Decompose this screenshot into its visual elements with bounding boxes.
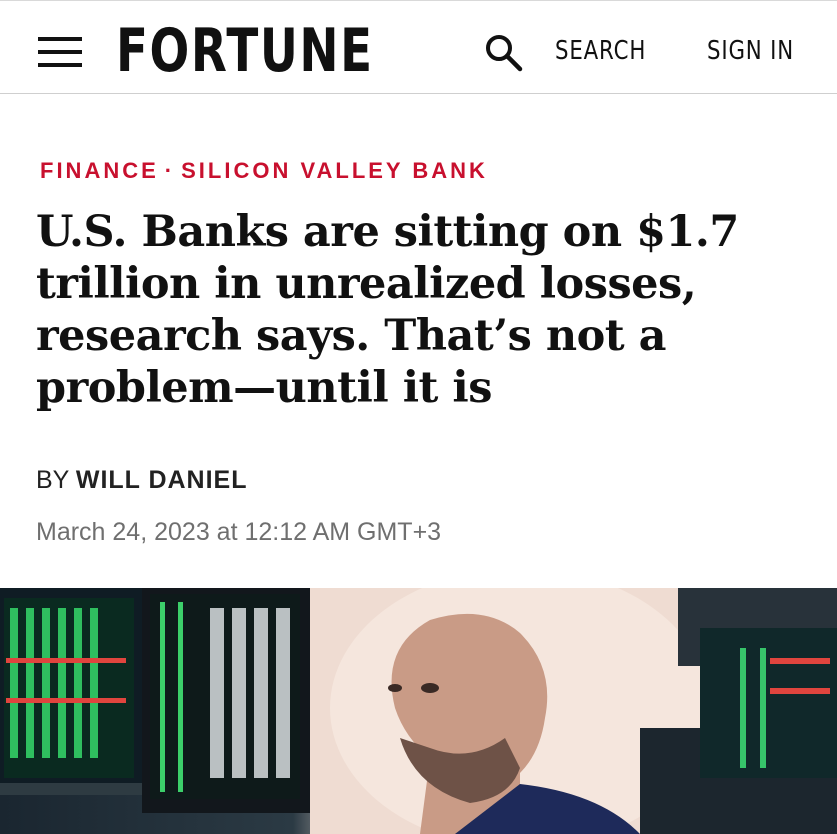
article-kicker: FINANCE · SILICON VALLEY BANK <box>40 156 488 186</box>
byline-prefix: BY <box>36 466 69 494</box>
sign-in-button[interactable]: SIGN IN <box>707 34 794 68</box>
author-link[interactable]: WILL DANIEL <box>76 466 248 494</box>
hero-image <box>0 588 837 834</box>
menu-icon[interactable] <box>38 37 82 67</box>
site-header: FORTUNE SEARCH SIGN IN <box>0 0 837 94</box>
publish-date: March 24, 2023 at 12:12 AM GMT+3 <box>36 518 442 546</box>
topic-link[interactable]: SILICON VALLEY BANK <box>181 158 488 183</box>
byline: BY WILL DANIEL <box>36 464 248 496</box>
search-button[interactable]: SEARCH <box>555 34 646 68</box>
article-headline: U.S. Banks are sitting on $1.7 trillion … <box>36 207 739 413</box>
site-logo[interactable]: FORTUNE <box>116 15 374 87</box>
hero-photo-illustration <box>0 588 837 834</box>
section-link[interactable]: FINANCE <box>40 158 159 183</box>
search-icon[interactable] <box>483 32 523 72</box>
kicker-separator: · <box>164 158 176 183</box>
